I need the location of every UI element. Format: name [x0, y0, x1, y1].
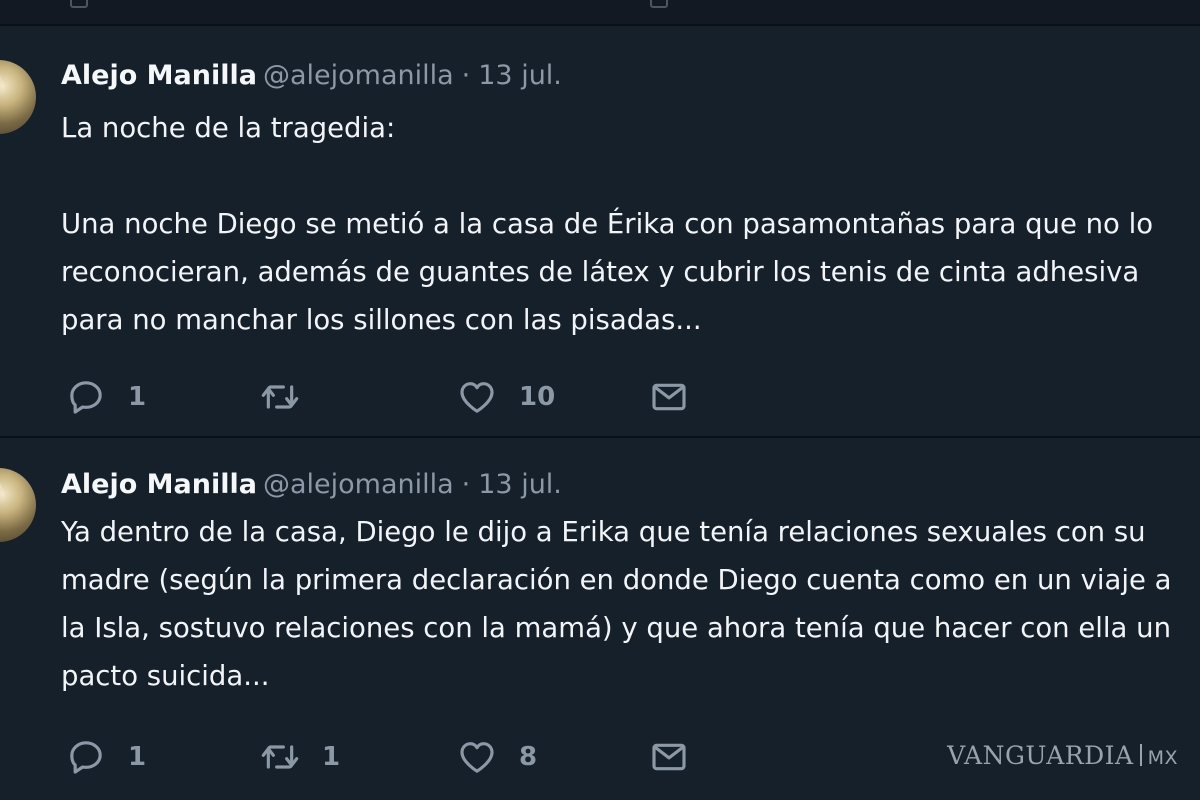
retweet-count: 1	[322, 742, 341, 772]
separator-dot: ·	[461, 60, 471, 91]
previous-dm-icon[interactable]	[650, 0, 668, 8]
publisher-watermark: VANGUARDIA MX	[947, 741, 1178, 770]
reply-button[interactable]: 1	[66, 372, 146, 422]
like-button[interactable]: 10	[457, 372, 555, 422]
tweet[interactable]: Alejo Manilla @alejomanilla · 13 jul. La no…	[0, 26, 1200, 436]
retweet-button[interactable]	[260, 372, 322, 422]
retweet-button[interactable]: 1	[260, 732, 340, 782]
tweet-actions: 1 1 8	[0, 732, 760, 782]
envelope-icon	[652, 383, 686, 411]
author-name[interactable]: Alejo Manilla	[61, 60, 257, 91]
tweet-text: La noche de la tragedia: Una noche Diego…	[61, 112, 1154, 336]
author-name[interactable]: Alejo Manilla	[61, 469, 257, 500]
direct-message-button[interactable]	[649, 732, 689, 782]
watermark-region: MX	[1147, 747, 1178, 769]
retweet-icon	[261, 745, 299, 769]
reply-button[interactable]: 1	[66, 732, 146, 782]
tweet-date[interactable]: 13 jul.	[478, 469, 562, 500]
reply-icon	[70, 381, 102, 414]
reply-icon	[70, 741, 102, 774]
like-count: 10	[519, 382, 556, 412]
heart-icon	[460, 742, 494, 773]
heart-icon	[460, 382, 494, 413]
tweet-header: Alejo Manilla @alejomanilla · 13 jul.	[61, 471, 562, 498]
like-count: 8	[519, 742, 538, 772]
direct-message-button[interactable]	[649, 372, 689, 422]
previous-reply-icon[interactable]	[70, 0, 88, 8]
avatar[interactable]	[0, 468, 36, 542]
separator-dot: ·	[461, 469, 471, 500]
watermark-separator	[1139, 744, 1142, 766]
previous-tweet-actions-strip	[0, 0, 1200, 24]
tweet-date[interactable]: 13 jul.	[478, 60, 562, 91]
retweet-icon	[261, 385, 299, 409]
avatar[interactable]	[0, 60, 36, 134]
tweet-header: Alejo Manilla @alejomanilla · 13 jul.	[61, 62, 562, 89]
reply-count: 1	[128, 382, 147, 412]
tweet-actions: 1 10	[0, 372, 760, 422]
reply-count: 1	[128, 742, 147, 772]
author-handle[interactable]: @alejomanilla	[263, 60, 454, 91]
author-handle[interactable]: @alejomanilla	[263, 469, 454, 500]
watermark-brand: VANGUARDIA	[947, 741, 1134, 770]
tweet-text: Ya dentro de la casa, Diego le dijo a Er…	[61, 516, 1172, 692]
like-button[interactable]: 8	[457, 732, 537, 782]
envelope-icon	[652, 743, 686, 771]
